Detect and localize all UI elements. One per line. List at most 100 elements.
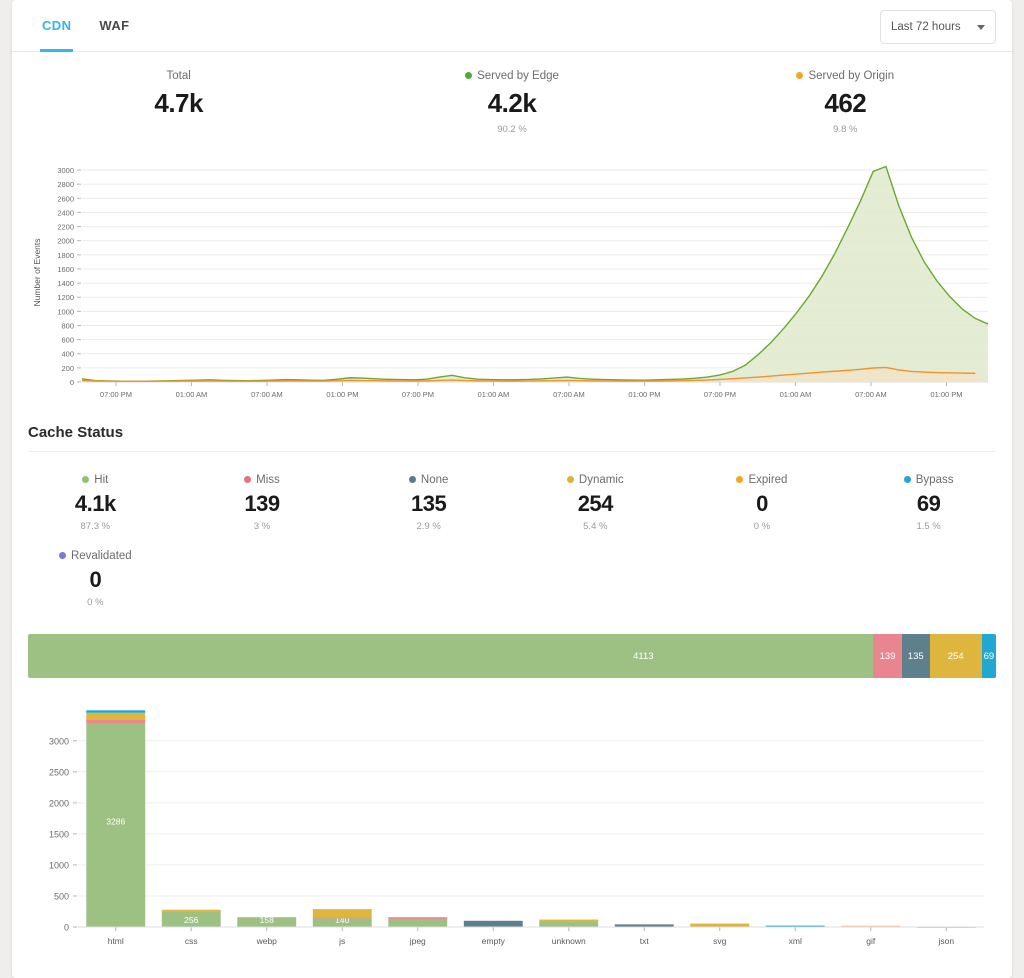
traffic-area-chart-svg: 0 200 400 600 800 1000 1200 1400 1600 1800 2000 220… <box>32 165 989 399</box>
cache-status-label: None <box>420 473 449 486</box>
svg-text:gif: gif <box>866 936 876 946</box>
svg-text:2000: 2000 <box>57 237 74 246</box>
cache-status-label: Hit <box>94 473 109 486</box>
kpi-total-label-wrap: Total <box>167 70 191 82</box>
svg-text:3286: 3286 <box>106 817 125 827</box>
svg-text:2500: 2500 <box>49 767 69 777</box>
kpi-edge-value: 4.2k <box>487 88 537 118</box>
bar-segment <box>539 921 599 927</box>
time-range-label: Last 72 hours <box>891 21 961 33</box>
cache-status-cell: Expired 0 0 % <box>679 466 846 542</box>
stacked-bar-segment[interactable]: 4113 <box>28 634 874 678</box>
summary-kpis: Total 4.7k Served by Edge 4.2k 90.2 % Se… <box>12 52 1012 145</box>
svg-text:2000: 2000 <box>49 798 69 808</box>
bar-segment <box>690 923 750 927</box>
cache-status-value: 254 <box>577 491 614 516</box>
svg-text:txt: txt <box>640 936 650 946</box>
cache-status-value: 4.1k <box>74 491 116 516</box>
svg-text:css: css <box>185 936 198 946</box>
kpi-edge-label: Served by Edge <box>477 69 559 82</box>
cache-status-cell: Hit 4.1k 87.3 % <box>12 466 179 542</box>
cache-status-label-wrap: Expired <box>736 474 787 486</box>
svg-text:07:00 AM: 07:00 AM <box>251 390 283 399</box>
svg-text:0: 0 <box>70 378 74 387</box>
svg-text:07:00 PM: 07:00 PM <box>704 390 736 399</box>
time-range-select[interactable]: Last 72 hours <box>880 10 996 44</box>
svg-text:jpeg: jpeg <box>409 936 426 946</box>
cache-status-title: Cache Status <box>28 424 124 441</box>
legend-dot-icon <box>736 476 744 483</box>
stacked-bar-segment[interactable]: 139 <box>873 634 902 678</box>
svg-text:07:00 PM: 07:00 PM <box>100 390 132 399</box>
cache-status-pct: 87.3 % <box>80 521 111 532</box>
kpi-served-by-origin: Served by Origin 462 9.8 % <box>679 66 1012 135</box>
svg-text:2400: 2400 <box>57 208 74 217</box>
bar-segment <box>539 919 599 922</box>
cache-status-label-wrap: Dynamic <box>566 473 624 486</box>
svg-text:256: 256 <box>184 915 198 925</box>
legend-dot-icon <box>82 476 90 483</box>
kpi-origin-value: 462 <box>824 88 867 118</box>
svg-text:2200: 2200 <box>57 223 74 232</box>
tab-waf[interactable]: WAF <box>85 0 143 51</box>
bar-segment <box>86 719 146 724</box>
kpi-edge-label-wrap: Served by Edge <box>465 70 559 82</box>
svg-text:Number of Events: Number of Events <box>32 238 42 306</box>
legend-dot-icon <box>566 476 574 483</box>
cache-status-label: Dynamic <box>578 473 624 486</box>
legend-dot-icon <box>408 476 416 483</box>
bar-segment <box>86 710 146 713</box>
svg-text:svg: svg <box>713 936 727 946</box>
svg-text:1600: 1600 <box>57 265 74 274</box>
bar-segment <box>312 917 372 919</box>
svg-text:xml: xml <box>789 936 802 946</box>
content-type-bar-chart: 0 500 1000 1500 2000 2500 3000 3286 html 256 css 15… <box>26 696 998 961</box>
stacked-bar-segment[interactable]: 254 <box>929 634 982 678</box>
cache-status-value: 69 <box>916 491 941 516</box>
cache-status-label-wrap: Hit <box>82 474 108 486</box>
traffic-area-chart: 0 200 400 600 800 1000 1200 1400 1600 1800 2000 220… <box>26 155 998 410</box>
tab-waf-label: WAF <box>99 18 130 33</box>
cache-status-pct: 2.9 % <box>416 521 441 532</box>
stacked-bar-segment-label: 254 <box>947 650 964 662</box>
bar-segment <box>388 918 448 927</box>
cache-status-label: Bypass <box>915 473 954 486</box>
svg-text:empty: empty <box>482 936 506 946</box>
kpi-total: Total 4.7k <box>12 66 345 135</box>
svg-text:07:00 AM: 07:00 AM <box>855 390 887 399</box>
cache-status-pct: 3 % <box>253 521 271 532</box>
svg-text:1000: 1000 <box>57 307 74 316</box>
stacked-bar-segment[interactable]: 69 <box>981 634 996 678</box>
stacked-bar-segment-label: 4113 <box>633 650 654 662</box>
cache-status-pct: 1.5 % <box>916 521 941 532</box>
tab-cdn[interactable]: CDN <box>28 0 85 52</box>
chevron-down-icon <box>977 24 985 30</box>
svg-text:600: 600 <box>61 336 74 345</box>
stacked-bar-segment-label: 139 <box>879 650 896 662</box>
cache-status-label-wrap: Bypass <box>903 473 954 486</box>
dashboard-page: CDN WAF Last 72 hours Total 4.7k Served … <box>0 0 1024 978</box>
kpi-served-by-edge: Served by Edge 4.2k 90.2 % <box>345 66 678 135</box>
svg-text:01:00 AM: 01:00 AM <box>780 390 812 399</box>
kpi-total-label: Total <box>166 70 191 82</box>
stacked-bar-segment[interactable]: 135 <box>901 634 930 678</box>
svg-text:html: html <box>108 936 124 946</box>
cache-status-value: 0 <box>756 491 768 516</box>
svg-text:01:00 PM: 01:00 PM <box>628 390 660 399</box>
cache-status-label-wrap: None <box>408 473 449 486</box>
kpi-edge-pct: 90.2 % <box>497 124 527 135</box>
svg-text:json: json <box>937 936 954 946</box>
svg-text:200: 200 <box>61 364 74 373</box>
legend-dot-icon <box>58 552 66 559</box>
kpi-origin-pct: 9.8 % <box>833 124 858 135</box>
cache-status-cell: Bypass 69 1.5 % <box>845 466 1012 542</box>
svg-text:3000: 3000 <box>49 736 69 746</box>
tab-cdn-label: CDN <box>42 18 72 33</box>
content-type-bar-chart-svg: 0 500 1000 1500 2000 2500 3000 3286 html 256 css 15… <box>49 710 984 946</box>
cache-status-label-wrap: Revalidated <box>58 550 132 562</box>
cache-status-grid: Hit 4.1k 87.3 % Miss 139 3 % None 135 2.9 % Dynam… <box>12 452 1012 624</box>
svg-text:800: 800 <box>61 321 74 330</box>
bar-segment <box>463 920 523 927</box>
svg-text:2800: 2800 <box>57 180 74 189</box>
cache-status-value: 0 <box>89 567 102 592</box>
